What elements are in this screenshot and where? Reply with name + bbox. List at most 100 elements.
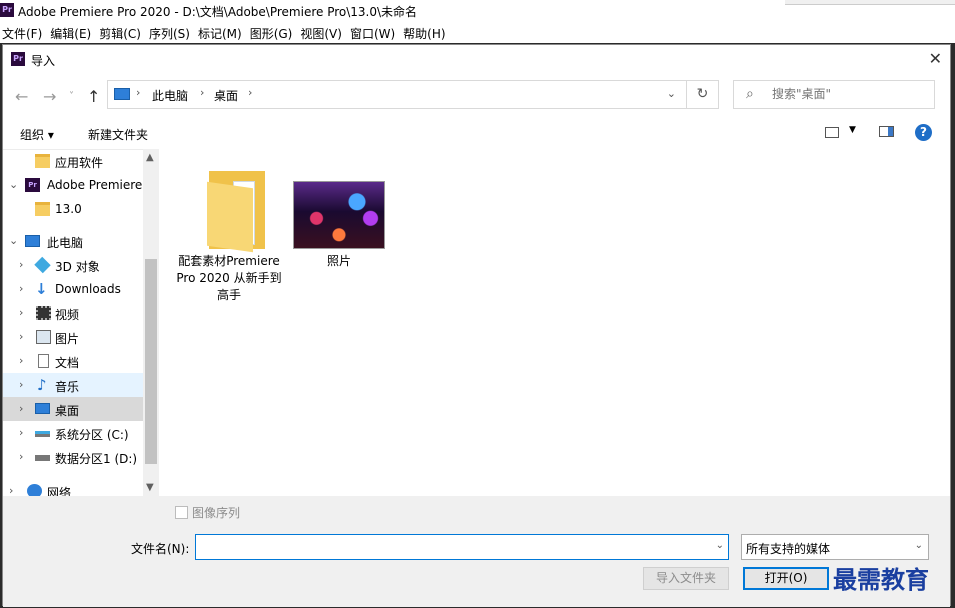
filename-combobox[interactable]: ⌄ xyxy=(195,534,729,560)
chevron-right-icon[interactable]: › xyxy=(19,282,23,295)
computer-icon xyxy=(114,88,130,100)
menu-file[interactable]: 文件(F) xyxy=(0,22,48,42)
command-bar: 组织 ▾ 新建文件夹 ▼ ? xyxy=(3,117,950,150)
picture-icon xyxy=(36,330,51,344)
file-type-value: 所有支持的媒体 xyxy=(746,542,831,556)
menu-window[interactable]: 窗口(W) xyxy=(348,22,401,42)
tree-item-this-pc[interactable]: ⌄ 此电脑 xyxy=(3,229,143,253)
image-sequence-label: 图像序列 xyxy=(192,506,241,520)
premiere-logo-icon: Pr xyxy=(0,3,14,17)
organize-button[interactable]: 组织 ▾ xyxy=(20,126,54,143)
chevron-down-icon[interactable]: ⌄ xyxy=(915,540,923,551)
tree-item-drive-c[interactable]: › 系统分区 (C:) xyxy=(3,421,143,445)
tree-item-label: 此电脑 xyxy=(47,236,84,250)
menu-edit[interactable]: 编辑(E) xyxy=(48,22,97,42)
image-sequence-checkbox[interactable]: 图像序列 xyxy=(175,504,240,521)
breadcrumb-this-pc[interactable]: 此电脑 xyxy=(152,87,188,104)
chevron-down-icon[interactable]: ⌄ xyxy=(667,87,676,100)
forward-arrow-icon[interactable]: → xyxy=(43,87,56,106)
chevron-right-icon[interactable]: › xyxy=(19,402,23,415)
tree-item-label: 网络 xyxy=(47,486,72,496)
chevron-down-icon[interactable]: ⌄ xyxy=(9,178,18,191)
filename-input[interactable] xyxy=(200,539,704,555)
tree-item-label: 数据分区1 (D:) xyxy=(55,452,138,466)
search-icon: ⌕ xyxy=(746,86,754,102)
view-mode-icon[interactable] xyxy=(825,127,839,138)
tree-item-adobe-premiere[interactable]: ⌄ Pr Adobe Premiere xyxy=(3,173,143,197)
search-box[interactable]: ⌕ xyxy=(733,80,935,109)
recent-locations-icon[interactable]: ˅ xyxy=(69,91,74,102)
tree-item-label: Adobe Premiere xyxy=(47,178,143,192)
menu-view[interactable]: 视图(V) xyxy=(298,22,348,42)
tree-item-label: 应用软件 xyxy=(55,156,104,170)
chevron-right-icon[interactable]: › xyxy=(19,258,23,271)
menu-bar: 文件(F) 编辑(E) 剪辑(C) 序列(S) 标记(M) 图形(G) 视图(V) 窗口(W)… xyxy=(0,22,955,43)
music-icon: ♪ xyxy=(37,376,47,394)
navigation-scrollbar[interactable]: ▲ ▼ xyxy=(143,149,159,496)
close-icon[interactable]: ✕ xyxy=(929,49,942,68)
back-arrow-icon[interactable]: ← xyxy=(15,87,28,106)
menu-markers[interactable]: 标记(M) xyxy=(196,22,248,42)
file-item-photos[interactable]: 照片 xyxy=(159,149,389,279)
chevron-down-icon[interactable]: ▼ xyxy=(849,125,856,135)
breadcrumb-desktop[interactable]: 桌面 xyxy=(214,87,238,104)
chevron-down-icon[interactable]: ⌄ xyxy=(716,540,724,551)
network-icon xyxy=(27,484,42,496)
scrollbar-thumb[interactable] xyxy=(145,259,157,464)
chevron-right-icon[interactable]: › xyxy=(9,484,13,496)
chevron-right-icon[interactable]: › xyxy=(136,86,140,99)
app-title-bar: Pr Adobe Premiere Pro 2020 - D:\文档\Adobe… xyxy=(0,0,955,22)
tree-item-documents[interactable]: › 文档 xyxy=(3,349,143,373)
document-icon xyxy=(38,354,49,368)
tree-item-3d-objects[interactable]: › 3D 对象 xyxy=(3,253,143,277)
menu-graphics[interactable]: 图形(G) xyxy=(248,22,299,42)
menu-help[interactable]: 帮助(H) xyxy=(401,22,451,42)
folder-icon xyxy=(35,154,50,168)
menu-clip[interactable]: 剪辑(C) xyxy=(97,22,147,42)
up-arrow-icon[interactable]: ↑ xyxy=(87,87,100,106)
file-type-select[interactable]: 所有支持的媒体 ⌄ xyxy=(741,534,929,560)
preview-pane-icon[interactable] xyxy=(879,126,894,137)
chevron-right-icon[interactable]: › xyxy=(19,450,23,463)
tree-item-desktop[interactable]: › 桌面 xyxy=(3,397,143,421)
help-icon[interactable]: ? xyxy=(915,124,932,141)
tree-item-pictures[interactable]: › 图片 xyxy=(3,325,143,349)
drive-icon xyxy=(35,455,50,461)
refresh-icon: ↻ xyxy=(696,86,709,102)
new-folder-button[interactable]: 新建文件夹 xyxy=(88,126,148,143)
cube-icon xyxy=(34,256,51,274)
chevron-right-icon[interactable]: › xyxy=(200,86,204,99)
chevron-right-icon[interactable]: › xyxy=(19,426,23,439)
chevron-down-icon[interactable]: ⌄ xyxy=(9,234,18,247)
tree-item-label: 系统分区 (C:) xyxy=(55,428,129,442)
open-button[interactable]: 打开(O) xyxy=(743,567,829,590)
refresh-button[interactable]: ↻ xyxy=(687,80,719,109)
tree-item-drive-d[interactable]: › 数据分区1 (D:) xyxy=(3,445,143,469)
window-controls[interactable] xyxy=(785,0,955,5)
chevron-right-icon[interactable]: › xyxy=(19,354,23,367)
menu-sequence[interactable]: 序列(S) xyxy=(147,22,196,42)
tree-item-13[interactable]: 13.0 xyxy=(3,197,143,221)
tree-item-music[interactable]: › ♪ 音乐 xyxy=(3,373,143,397)
chevron-right-icon[interactable]: › xyxy=(19,306,23,319)
import-folder-button[interactable]: 导入文件夹 xyxy=(643,567,729,590)
chevron-right-icon[interactable]: › xyxy=(248,86,252,99)
chevron-right-icon[interactable]: › xyxy=(19,330,23,343)
folder-icon xyxy=(35,202,50,216)
drive-icon xyxy=(35,431,50,437)
search-input[interactable] xyxy=(770,86,924,102)
checkbox-box[interactable] xyxy=(175,506,188,519)
navigation-pane: 应用软件 ⌄ Pr Adobe Premiere 13.0 ⌄ 此电脑 › 3D… xyxy=(3,149,143,496)
dialog-title: 导入 xyxy=(31,54,56,68)
dialog-footer: 图像序列 文件名(N): ⌄ 所有支持的媒体 ⌄ 导入文件夹 打开(O) 最需教… xyxy=(3,496,950,607)
address-bar[interactable]: › 此电脑 › 桌面 › ⌄ xyxy=(107,80,687,109)
tree-item-network[interactable]: › 网络 xyxy=(3,479,143,496)
chevron-right-icon[interactable]: › xyxy=(19,378,23,391)
tree-item-apps[interactable]: 应用软件 xyxy=(3,149,143,173)
tree-item-downloads[interactable]: › ↓ Downloads xyxy=(3,277,143,301)
tree-item-videos[interactable]: › 视频 xyxy=(3,301,143,325)
scroll-down-icon[interactable]: ▼ xyxy=(146,482,154,493)
watermark-logo: 最需教育 xyxy=(833,565,929,594)
desktop-icon xyxy=(35,403,50,414)
scroll-up-icon[interactable]: ▲ xyxy=(146,152,154,163)
